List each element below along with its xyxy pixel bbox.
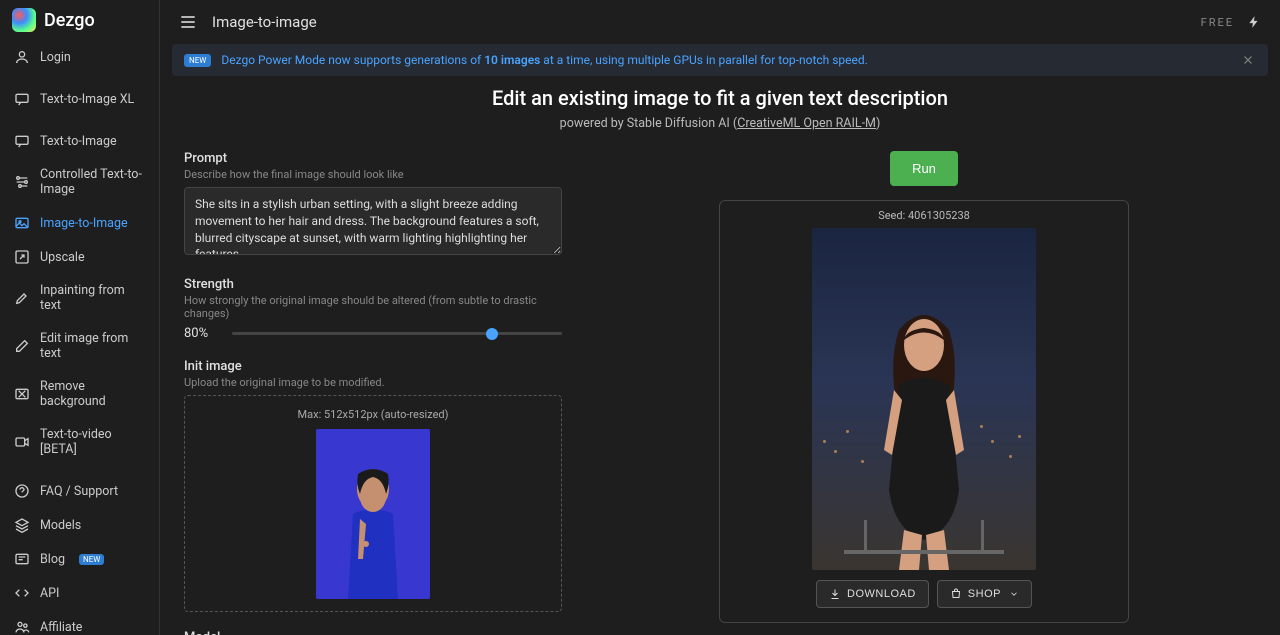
- sidebar-item-upscale[interactable]: Upscale: [0, 240, 159, 274]
- shop-button[interactable]: SHOP: [937, 580, 1032, 608]
- sidebar-item-label: Affiliate: [40, 620, 82, 635]
- init-image-preview: [316, 429, 430, 599]
- output-image[interactable]: [812, 228, 1036, 570]
- topbar: Image-to-image FREE: [160, 0, 1280, 44]
- chat-icon: [14, 133, 30, 149]
- menu-button[interactable]: [176, 10, 200, 34]
- prompt-input[interactable]: [184, 187, 562, 255]
- license-link[interactable]: CreativeML Open RAIL-M: [737, 116, 876, 131]
- sidebar-item-label: Models: [40, 518, 81, 533]
- sidebar-item-label: Inpainting from text: [40, 283, 145, 313]
- sidebar-item-label: Image-to-Image: [40, 216, 128, 231]
- sidebar-item-img2img[interactable]: Image-to-Image: [0, 206, 159, 240]
- sidebar-item-faq[interactable]: FAQ / Support: [0, 474, 159, 508]
- sidebar-login-label: Login: [40, 50, 71, 65]
- brand-name: Dezgo: [44, 10, 95, 31]
- remove-bg-icon: [14, 386, 30, 402]
- prompt-field: Prompt Describe how the final image shou…: [184, 151, 562, 259]
- expand-icon: [14, 249, 30, 265]
- edit-icon: [14, 338, 30, 354]
- sidebar-item-label: Text-to-video [BETA]: [40, 427, 145, 457]
- strength-slider[interactable]: [232, 332, 562, 335]
- intro-subtitle: powered by Stable Diffusion AI (Creative…: [184, 116, 1256, 131]
- prompt-hint: Describe how the final image should look…: [184, 168, 562, 181]
- output-card: Seed: 4061305238: [719, 200, 1129, 623]
- sidebar-item-label: Remove background: [40, 379, 145, 409]
- power-mode-button[interactable]: [1244, 12, 1264, 32]
- sidebar-item-label: Controlled Text-to-Image: [40, 167, 145, 197]
- help-icon: [14, 483, 30, 499]
- sidebar-item-edit[interactable]: Edit image from text: [0, 322, 159, 370]
- sidebar-login[interactable]: Login: [0, 40, 159, 74]
- dropzone-max: Max: 512x512px (auto-resized): [197, 408, 549, 421]
- close-icon[interactable]: [1240, 52, 1256, 68]
- people-icon: [14, 619, 30, 635]
- news-icon: [14, 551, 30, 567]
- sidebar-item-api[interactable]: API: [0, 576, 159, 610]
- sidebar-item-label: FAQ / Support: [40, 484, 118, 499]
- intro-heading: Edit an existing image to fit a given te…: [184, 86, 1256, 110]
- brush-icon: [14, 290, 30, 306]
- model-field: Model The AI used to generate the image.…: [184, 630, 562, 635]
- new-badge: NEW: [79, 554, 104, 565]
- sidebar-item-label: Upscale: [40, 250, 85, 265]
- sidebar-item-label: Edit image from text: [40, 331, 145, 361]
- image-icon: [14, 215, 30, 231]
- tune-icon: [14, 174, 30, 190]
- sidebar-item-label: Blog: [40, 552, 65, 567]
- strength-hint: How strongly the original image should b…: [184, 294, 562, 320]
- sidebar-item-controlled[interactable]: Controlled Text-to-Image: [0, 158, 159, 206]
- init-image-dropzone[interactable]: Max: 512x512px (auto-resized): [184, 395, 562, 612]
- sidebar-item-txt2vid[interactable]: Text-to-video [BETA]: [0, 418, 159, 466]
- sidebar-item-label: Text-to-Image: [40, 134, 117, 149]
- prompt-label: Prompt: [184, 151, 562, 166]
- notice-bar[interactable]: NEW Dezgo Power Mode now supports genera…: [172, 44, 1268, 76]
- layers-icon: [14, 517, 30, 533]
- strength-field: Strength How strongly the original image…: [184, 277, 562, 341]
- sidebar-item-models[interactable]: Models: [0, 508, 159, 542]
- strength-value: 80%: [184, 326, 220, 341]
- free-label: FREE: [1201, 16, 1234, 29]
- sidebar-item-txt2img[interactable]: Text-to-Image: [0, 124, 159, 158]
- sidebar-item-removebg[interactable]: Remove background: [0, 370, 159, 418]
- sidebar-item-affiliate[interactable]: Affiliate: [0, 610, 159, 635]
- intro: Edit an existing image to fit a given te…: [184, 86, 1256, 131]
- sidebar-item-label: API: [40, 586, 59, 601]
- download-button[interactable]: DOWNLOAD: [816, 580, 929, 608]
- notice-text: Dezgo Power Mode now supports generation…: [221, 53, 867, 67]
- sidebar-item-label: Text-to-Image XL: [40, 92, 134, 107]
- code-icon: [14, 585, 30, 601]
- seed-label: Seed: 4061305238: [878, 209, 970, 222]
- init-image-field: Init image Upload the original image to …: [184, 359, 562, 612]
- sidebar-item-inpaint[interactable]: Inpainting from text: [0, 274, 159, 322]
- model-label: Model: [184, 630, 562, 635]
- init-hint: Upload the original image to be modified…: [184, 376, 562, 389]
- sidebar: Dezgo Login Text-to-Image XL Text-to-Ima…: [0, 0, 160, 635]
- video-icon: [14, 434, 30, 450]
- init-label: Init image: [184, 359, 562, 374]
- strength-label: Strength: [184, 277, 562, 292]
- logo-icon: [12, 8, 36, 32]
- chat-icon: [14, 91, 30, 107]
- new-pill: NEW: [184, 54, 211, 67]
- chevron-down-icon: [1009, 589, 1019, 599]
- page-title: Image-to-image: [212, 13, 317, 31]
- sidebar-header: Dezgo: [0, 0, 159, 40]
- sidebar-item-blog[interactable]: Blog NEW: [0, 542, 159, 576]
- run-button[interactable]: Run: [890, 151, 958, 186]
- user-icon: [14, 49, 30, 65]
- sidebar-item-txt2img-xl[interactable]: Text-to-Image XL: [0, 82, 159, 116]
- main-content: Image-to-image FREE NEW Dezgo Power Mode…: [160, 0, 1280, 635]
